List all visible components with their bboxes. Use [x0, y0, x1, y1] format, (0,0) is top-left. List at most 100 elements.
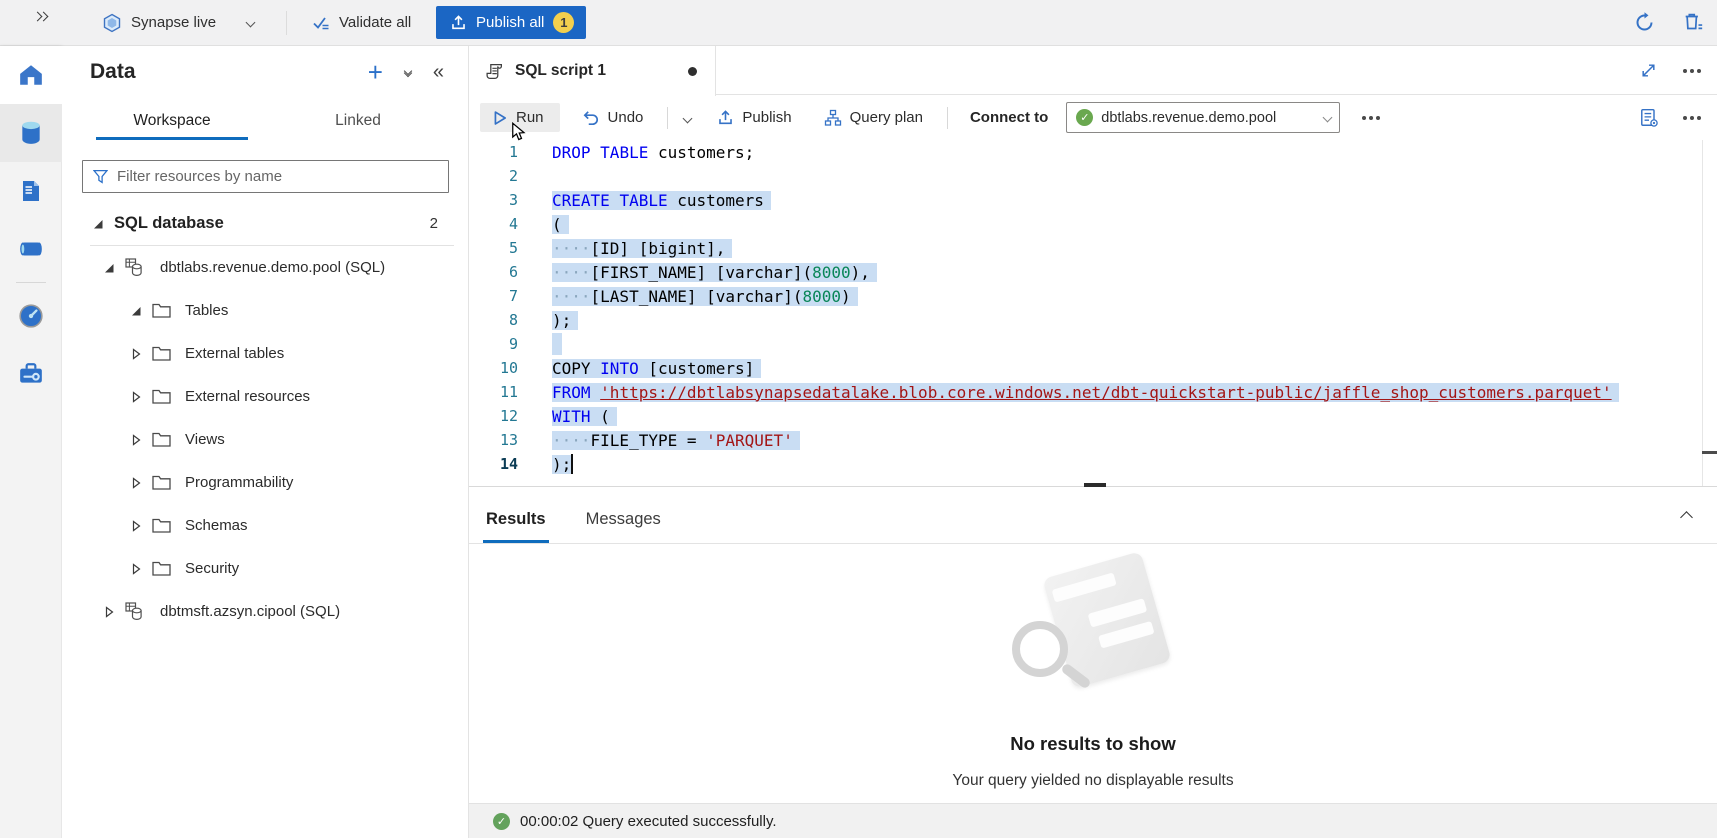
validate-all-button[interactable]: Validate all — [302, 0, 421, 45]
nav-home[interactable] — [0, 46, 62, 104]
selection-highlight: ····[ID] [bigint], — [552, 239, 732, 258]
folder-icon — [152, 561, 171, 576]
code-token: WITH — [552, 407, 591, 426]
discard-changes-button[interactable] — [1682, 11, 1704, 38]
tree-item[interactable]: Programmability — [62, 461, 468, 504]
selection-highlight: ····[FIRST_NAME] [varchar](8000), — [552, 263, 877, 282]
code-line[interactable]: 1DROP TABLE customers; — [469, 140, 1717, 164]
more-options-icon[interactable] — [1362, 116, 1366, 120]
tree-collapsed-icon[interactable] — [130, 520, 142, 532]
nav-manage[interactable] — [0, 345, 62, 403]
divider — [947, 107, 948, 129]
tree-expanded-icon[interactable] — [103, 262, 115, 274]
sql-code-editor[interactable]: 1DROP TABLE customers; 2 3CREATE TABLE cus… — [469, 140, 1717, 486]
folder-icon — [152, 389, 171, 404]
tree-item-label: Schemas — [185, 517, 248, 534]
code-line[interactable]: 9 — [469, 332, 1717, 356]
tree-item[interactable]: Security — [62, 547, 468, 590]
undo-button[interactable]: Undo — [574, 104, 652, 132]
nav-data[interactable] — [0, 104, 62, 162]
tab-sql-script-1[interactable]: SQL script 1 — [469, 46, 716, 96]
tree-collapsed-icon[interactable] — [130, 391, 142, 403]
code-token: ( — [552, 215, 562, 234]
code-line[interactable]: 6····[FIRST_NAME] [varchar](8000), — [469, 260, 1717, 284]
tree-expanded-icon[interactable] — [130, 305, 142, 317]
collapse-sidebar-icon[interactable]: « — [433, 63, 444, 81]
tab-linked[interactable]: Linked — [308, 106, 408, 140]
tab-messages[interactable]: Messages — [583, 510, 664, 543]
code-token: ···· — [552, 287, 591, 306]
more-options-icon[interactable] — [1683, 116, 1687, 120]
scrollbar-thumb[interactable] — [1702, 451, 1717, 454]
collapse-all-icon[interactable] — [405, 68, 411, 76]
line-number: 9 — [469, 335, 518, 353]
code-line[interactable]: 13····FILE_TYPE = 'PARQUET' — [469, 428, 1717, 452]
code-token: [ID] [bigint], — [591, 239, 726, 258]
expand-editor-icon[interactable] — [1640, 62, 1657, 79]
code-line[interactable]: 2 — [469, 164, 1717, 188]
tree-collapsed-icon[interactable] — [130, 477, 142, 489]
refresh-button[interactable] — [1634, 12, 1655, 38]
publish-button[interactable]: Publish — [709, 104, 799, 131]
tree-item[interactable]: Views — [62, 418, 468, 461]
editor-scrollbar[interactable] — [1702, 140, 1703, 486]
tree-collapsed-icon[interactable] — [130, 348, 142, 360]
publish-all-label: Publish all — [476, 14, 544, 31]
pool-name: dbtlabs.revenue.demo.pool — [1101, 110, 1276, 126]
publish-icon — [717, 109, 734, 126]
code-line[interactable]: 3CREATE TABLE customers — [469, 188, 1717, 212]
editor-area: SQL script 1 Run Undo Publish — [469, 46, 1717, 838]
publish-all-button[interactable]: Publish all 1 — [436, 6, 586, 39]
run-options-chevron[interactable] — [680, 105, 695, 131]
code-line[interactable]: 7····[LAST_NAME] [varchar](8000) — [469, 284, 1717, 308]
code-line[interactable]: 14); — [469, 452, 1717, 476]
tab-results[interactable]: Results — [483, 510, 549, 543]
tab-workspace[interactable]: Workspace — [96, 106, 248, 140]
toolbox-icon — [18, 361, 44, 387]
tree-collapsed-icon[interactable] — [103, 606, 115, 618]
nav-integrate[interactable] — [0, 220, 62, 278]
tree-item-count: 2 — [430, 215, 438, 232]
tree-item[interactable]: Tables — [62, 289, 468, 332]
more-options-icon[interactable] — [1683, 69, 1687, 73]
folder-icon — [152, 303, 171, 318]
selection-highlight: WITH ( — [552, 407, 617, 426]
code-line[interactable]: 8); — [469, 308, 1717, 332]
expand-menu-icon[interactable] — [34, 13, 47, 20]
code-line[interactable]: 4( — [469, 212, 1717, 236]
line-number: 2 — [469, 167, 518, 185]
resource-tree: SQL database2dbtlabs.revenue.demo.pool (… — [62, 202, 468, 633]
code-token: FROM — [552, 383, 591, 402]
query-plan-button[interactable]: Query plan — [816, 104, 931, 132]
connect-to-pool-dropdown[interactable]: ✓ dbtlabs.revenue.demo.pool — [1066, 102, 1340, 133]
tree-item[interactable]: dbtmsft.azsyn.cipool (SQL) — [62, 590, 468, 633]
nav-develop[interactable] — [0, 162, 62, 220]
sidebar-tabs: Workspace Linked — [62, 106, 468, 140]
tree-collapsed-icon[interactable] — [130, 434, 142, 446]
code-line[interactable]: 5····[ID] [bigint], — [469, 236, 1717, 260]
gauge-icon — [18, 303, 44, 329]
line-number: 13 — [469, 431, 518, 449]
code-line[interactable]: 10COPY INTO [customers] — [469, 356, 1717, 380]
tree-item[interactable]: External resources — [62, 375, 468, 418]
success-icon: ✓ — [493, 813, 510, 830]
mode-selector[interactable]: Synapse live — [94, 0, 262, 45]
add-resource-icon[interactable]: + — [368, 62, 383, 82]
editor-toolbar: Run Undo Publish Query plan Connect to ✓… — [469, 95, 1717, 140]
collapse-results-icon[interactable] — [1682, 509, 1691, 527]
tree-expanded-icon[interactable] — [92, 218, 104, 230]
code-token: [customers] — [639, 359, 755, 378]
tree-item[interactable]: SQL database2 — [62, 202, 468, 245]
tree-collapsed-icon[interactable] — [130, 563, 142, 575]
tree-item[interactable]: dbtlabs.revenue.demo.pool (SQL) — [62, 246, 468, 289]
synapse-logo-icon — [102, 13, 122, 33]
properties-icon[interactable] — [1639, 108, 1659, 128]
code-line[interactable]: 12WITH ( — [469, 404, 1717, 428]
code-token: [LAST_NAME] [varchar]( — [591, 287, 803, 306]
nav-monitor[interactable] — [0, 287, 62, 345]
upload-icon — [450, 14, 467, 31]
filter-resources-input[interactable] — [117, 168, 438, 185]
tree-item[interactable]: Schemas — [62, 504, 468, 547]
code-line[interactable]: 11FROM 'https://dbtlabsynapsedatalake.bl… — [469, 380, 1717, 404]
tree-item[interactable]: External tables — [62, 332, 468, 375]
